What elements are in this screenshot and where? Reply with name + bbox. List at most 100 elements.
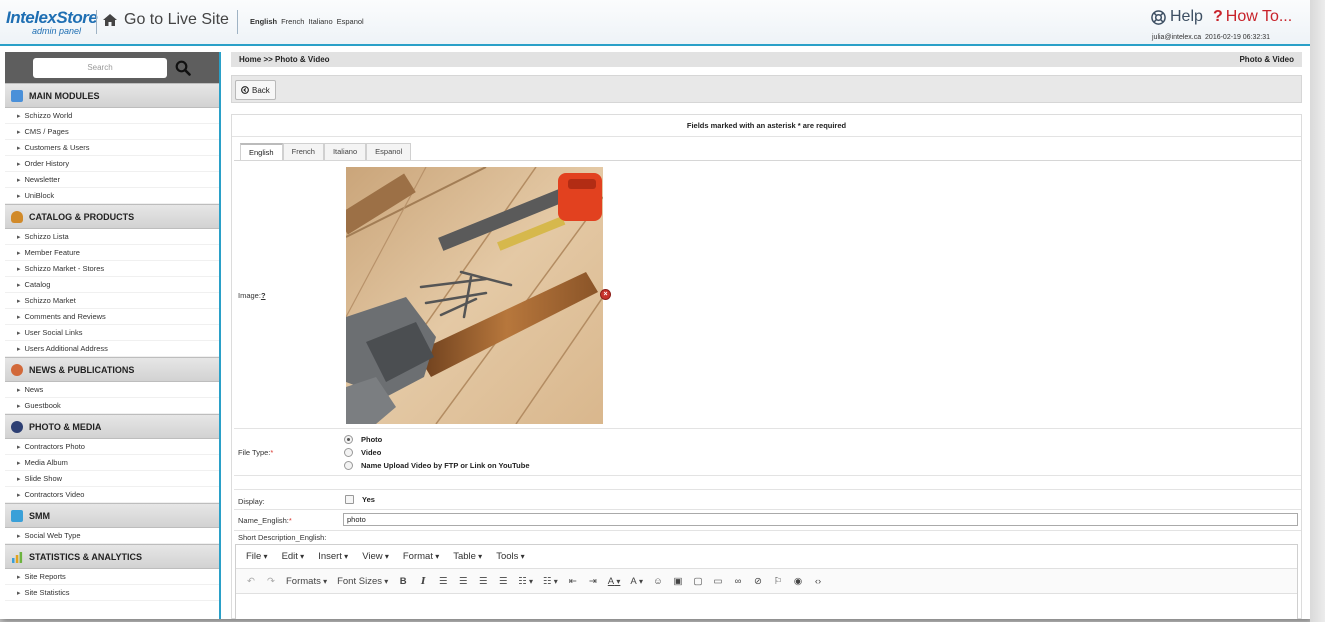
sidebar-item-comments-reviews[interactable]: Comments and Reviews <box>5 309 219 325</box>
align-left-icon[interactable]: ☰ <box>438 576 448 587</box>
news-icon <box>11 363 23 376</box>
editor-menu-view[interactable]: View <box>362 551 389 562</box>
sidebar-item-order-history[interactable]: Order History <box>5 156 219 172</box>
lang-italiano[interactable]: Italiano <box>308 17 332 26</box>
uploaded-image[interactable] <box>346 167 603 424</box>
file-type-option-photo[interactable]: Photo <box>344 435 382 444</box>
radio-video[interactable] <box>344 448 353 457</box>
formats-dropdown[interactable]: Formats <box>286 576 327 587</box>
italic-icon[interactable]: I <box>418 576 428 587</box>
background-color-icon[interactable]: A <box>630 576 643 587</box>
sidebar-item-newsletter[interactable]: Newsletter <box>5 172 219 188</box>
short-description-label: Short Description_English: <box>238 533 327 542</box>
lang-french[interactable]: French <box>281 17 304 26</box>
text-color-icon[interactable]: A <box>608 576 621 587</box>
bookmark-icon[interactable]: ⚐ <box>773 576 783 587</box>
tab-french[interactable]: French <box>282 143 324 160</box>
section-catalog-products[interactable]: CATALOG & PRODUCTS <box>5 204 219 229</box>
editor-menu-insert[interactable]: Insert <box>318 551 348 562</box>
align-center-icon[interactable]: ☰ <box>458 576 468 587</box>
radio-photo[interactable] <box>344 435 353 444</box>
tab-espanol[interactable]: Espanol <box>366 143 412 160</box>
source-code-icon[interactable]: ‹› <box>813 576 823 587</box>
display-label: Display: <box>238 497 265 506</box>
sidebar-item-site-statistics[interactable]: Site Statistics <box>5 585 219 601</box>
help-link[interactable]: Help <box>1151 8 1203 26</box>
sidebar-item-market-stores[interactable]: Schizzo Market - Stores <box>5 261 219 277</box>
lang-english[interactable]: English <box>250 17 277 26</box>
back-button[interactable]: Back <box>235 80 276 100</box>
bold-icon[interactable]: B <box>398 576 408 587</box>
sidebar-item-schizzo-market[interactable]: Schizzo Market <box>5 293 219 309</box>
section-smm[interactable]: SMM <box>5 503 219 528</box>
sidebar-item-media-album[interactable]: Media Album <box>5 455 219 471</box>
section-news-publications[interactable]: NEWS & PUBLICATIONS <box>5 357 219 382</box>
numbered-list-icon[interactable]: ☷ <box>543 576 558 587</box>
user-email[interactable]: julia@intelex.ca <box>1152 34 1201 41</box>
display-checkbox[interactable] <box>345 495 354 504</box>
section-photo-media[interactable]: PHOTO & MEDIA <box>5 414 219 439</box>
sidebar-item-news[interactable]: News <box>5 382 219 398</box>
breadcrumb[interactable]: Home >> Photo & Video <box>239 55 330 64</box>
search-input[interactable]: Search <box>33 57 167 78</box>
sidebar-item-social-web-type[interactable]: Social Web Type <box>5 528 219 544</box>
link-icon[interactable]: ∞ <box>733 576 743 587</box>
tab-italiano[interactable]: Italiano <box>323 143 367 160</box>
outdent-icon[interactable]: ⇤ <box>568 576 578 587</box>
sidebar-item-schizzo-lista[interactable]: Schizzo Lista <box>5 229 219 245</box>
indent-icon[interactable]: ⇥ <box>588 576 598 587</box>
bullet-list-icon[interactable]: ☷ <box>518 576 533 587</box>
file-type-label-wrap: File Type:* <box>238 448 273 457</box>
preview-icon[interactable]: ◉ <box>793 576 803 587</box>
display-option[interactable]: Yes <box>345 495 375 504</box>
sidebar-item-slide-show[interactable]: Slide Show <box>5 471 219 487</box>
search-icon[interactable] <box>175 60 191 76</box>
undo-icon[interactable]: ↶ <box>246 576 256 587</box>
align-justify-icon[interactable]: ☰ <box>498 576 508 587</box>
editor-menu-file[interactable]: File <box>246 551 268 562</box>
camera-icon <box>11 420 23 433</box>
howto-link[interactable]: ? How To... <box>1213 8 1292 26</box>
file-type-option-ftp-youtube[interactable]: Name Upload Video by FTP or Link on YouT… <box>344 461 530 470</box>
video-icon[interactable]: ▭ <box>713 576 723 587</box>
font-sizes-dropdown[interactable]: Font Sizes <box>337 576 388 587</box>
sidebar-item-users-additional-address[interactable]: Users Additional Address <box>5 341 219 357</box>
name-label: Name_English: <box>238 516 289 525</box>
section-main-modules[interactable]: MAIN MODULES <box>5 83 219 108</box>
sidebar-item-user-social-links[interactable]: User Social Links <box>5 325 219 341</box>
sidebar-item-member-feature[interactable]: Member Feature <box>5 245 219 261</box>
sidebar-item-site-reports[interactable]: Site Reports <box>5 569 219 585</box>
sidebar-item-catalog[interactable]: Catalog <box>5 277 219 293</box>
file-type-option-video[interactable]: Video <box>344 448 381 457</box>
sidebar-item-schizzo-world[interactable]: Schizzo World <box>5 108 219 124</box>
editor-menubar: File Edit Insert View Format Table Tools <box>236 545 1297 569</box>
align-right-icon[interactable]: ☰ <box>478 576 488 587</box>
remove-image-icon[interactable]: × <box>600 289 611 300</box>
section-title: SMM <box>29 510 50 521</box>
tab-english[interactable]: English <box>240 143 283 160</box>
redo-icon[interactable]: ↷ <box>266 576 276 587</box>
emoticon-icon[interactable]: ☺ <box>653 576 663 587</box>
sidebar-item-guestbook[interactable]: Guestbook <box>5 398 219 414</box>
sidebar-item-contractors-photo[interactable]: Contractors Photo <box>5 439 219 455</box>
section-title: PHOTO & MEDIA <box>29 421 102 432</box>
logo[interactable]: IntelexStore admin panel <box>6 8 98 36</box>
required-asterisk: * <box>270 448 274 457</box>
sidebar-item-cms-pages[interactable]: CMS / Pages <box>5 124 219 140</box>
editor-menu-edit[interactable]: Edit <box>282 551 305 562</box>
go-live-link[interactable]: Go to Live Site <box>102 11 229 29</box>
image-help-link[interactable]: ? <box>261 291 266 300</box>
radio-ftp-youtube[interactable] <box>344 461 353 470</box>
editor-menu-tools[interactable]: Tools <box>496 551 524 562</box>
name-english-input[interactable]: photo <box>343 513 1298 526</box>
media-browser-icon[interactable]: ▣ <box>673 576 683 587</box>
editor-menu-table[interactable]: Table <box>453 551 482 562</box>
sidebar-item-uniblock[interactable]: UniBlock <box>5 188 219 204</box>
sidebar-item-customers-users[interactable]: Customers & Users <box>5 140 219 156</box>
editor-menu-format[interactable]: Format <box>403 551 439 562</box>
section-statistics-analytics[interactable]: STATISTICS & ANALYTICS <box>5 544 219 569</box>
unlink-icon[interactable]: ⊘ <box>753 576 763 587</box>
lang-espanol[interactable]: Espanol <box>337 17 364 26</box>
sidebar-item-contractors-video[interactable]: Contractors Video <box>5 487 219 503</box>
image-icon[interactable]: ▢ <box>693 576 703 587</box>
